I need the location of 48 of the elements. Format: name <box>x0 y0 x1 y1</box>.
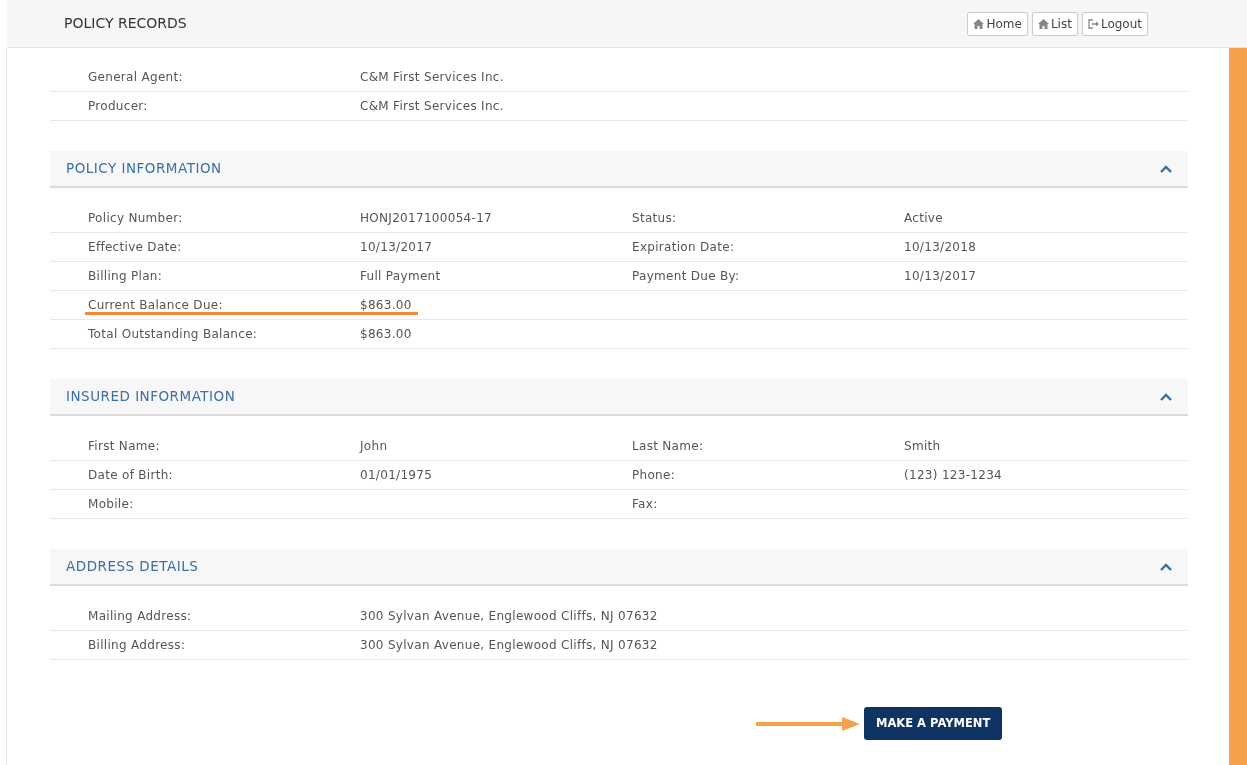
field-label: Current Balance Due: <box>88 298 223 312</box>
nav-button[interactable]: Home <box>967 11 1028 36</box>
field-value: 01/01/1975 <box>360 468 433 482</box>
payment-button[interactable]: MAKE A PAYMENT <box>864 707 1003 741</box>
field-value: 10/13/2017 <box>904 269 977 283</box>
field-value: HONJ2017100054-17 <box>360 211 493 225</box>
field-label: Expiration Date: <box>632 240 735 254</box>
field-label: Last Name: <box>632 439 704 453</box>
page-title: POLICY RECORDS <box>64 14 187 33</box>
field-value: Full Payment <box>360 269 441 283</box>
home-icon <box>973 18 985 29</box>
section-title: ADDRESS DETAILS <box>66 557 199 577</box>
section-header[interactable]: ADDRESS DETAILS <box>50 549 1188 586</box>
field-value: (123) 123-1234 <box>904 468 1003 482</box>
field-label: General Agent: <box>88 70 183 84</box>
section-header[interactable]: INSURED INFORMATION <box>50 379 1188 416</box>
field-label: Mobile: <box>88 497 134 511</box>
field-value: $863.00 <box>360 298 412 312</box>
home-icon <box>1037 18 1049 29</box>
section-title: POLICY INFORMATION <box>66 159 222 179</box>
logout-button[interactable]: Logout <box>1081 11 1148 36</box>
nav-button[interactable]: List <box>1031 11 1078 36</box>
field-value: 10/13/2018 <box>904 240 977 254</box>
field-label: Status: <box>632 211 677 225</box>
field-value: Smith <box>904 439 941 453</box>
field-label: Phone: <box>632 468 675 482</box>
field-label: Producer: <box>88 99 148 113</box>
field-label: Billing Plan: <box>88 269 163 283</box>
logout-icon <box>1087 18 1099 29</box>
field-label: Payment Due By: <box>632 269 740 283</box>
field-value: Active <box>904 211 943 225</box>
field-value: 10/13/2017 <box>360 240 433 254</box>
field-label: First Name: <box>88 439 160 453</box>
field-label: Mailing Address: <box>88 609 192 623</box>
field-label: Fax: <box>632 497 658 511</box>
section-title: INSURED INFORMATION <box>66 387 236 407</box>
field-label: Date of Birth: <box>88 468 173 482</box>
field-label: Effective Date: <box>88 240 182 254</box>
field-value: C&M First Services Inc. <box>360 99 504 113</box>
field-value: 300 Sylvan Avenue, Englewood Cliffs, NJ 07632 <box>360 609 658 623</box>
field-label: Total Outstanding Balance: <box>88 327 258 341</box>
field-label: Policy Number: <box>88 211 183 225</box>
field-value: John <box>360 439 388 453</box>
field-label: Billing Address: <box>88 638 186 652</box>
section-header[interactable]: POLICY INFORMATION <box>50 151 1188 188</box>
field-value: C&M First Services Inc. <box>360 70 504 84</box>
field-value: 300 Sylvan Avenue, Englewood Cliffs, NJ 07632 <box>360 638 658 652</box>
field-value: $863.00 <box>360 327 412 341</box>
